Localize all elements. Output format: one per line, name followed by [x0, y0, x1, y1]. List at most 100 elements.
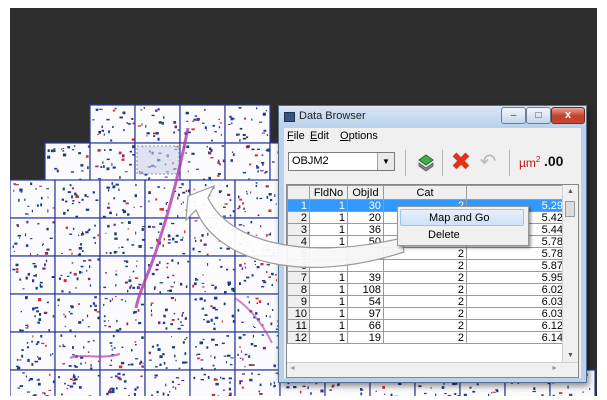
object-layer-select[interactable]: OBJM2 ▼ — [288, 152, 395, 171]
row-number[interactable]: 1 — [287, 199, 310, 212]
table-cell[interactable]: 1 — [309, 223, 348, 236]
table-cell[interactable]: 6.03 — [466, 295, 566, 308]
column-header[interactable] — [287, 185, 310, 200]
map-tile — [189, 255, 236, 295]
table-row[interactable]: 5 2 5.78 — [287, 247, 566, 260]
decimals-button[interactable]: .00 — [544, 153, 563, 169]
menu-edit[interactable]: Edit — [310, 130, 329, 142]
map-tile — [89, 142, 136, 182]
table-cell[interactable]: 1 — [309, 199, 348, 212]
table-cell[interactable]: 6.12 — [466, 319, 566, 332]
scroll-up-icon[interactable]: ▲ — [563, 185, 578, 199]
column-header[interactable] — [466, 185, 566, 200]
object-layer-value: OBJM2 — [292, 155, 329, 167]
map-tile — [54, 293, 101, 333]
table-cell[interactable]: 2 — [383, 283, 467, 296]
table-cell[interactable]: 50 — [347, 235, 384, 248]
minimize-button[interactable]: – — [501, 107, 526, 124]
table-cell[interactable] — [347, 247, 384, 260]
row-number[interactable]: 8 — [287, 283, 310, 296]
table-cell[interactable]: 97 — [347, 307, 384, 320]
table-row[interactable]: 6 2 5.87 — [287, 259, 566, 272]
map-tile — [54, 331, 101, 371]
units-button[interactable]: µm2 — [519, 155, 540, 170]
menu-options[interactable]: Options — [340, 130, 378, 142]
row-number[interactable]: 4 — [287, 235, 310, 248]
table-cell[interactable]: 30 — [347, 199, 384, 212]
table-cell[interactable]: 1 — [309, 283, 348, 296]
scroll-right-icon[interactable]: ► — [551, 365, 558, 372]
delete-x-icon[interactable]: ✖ — [449, 149, 473, 175]
map-tile — [234, 293, 281, 333]
row-number[interactable]: 6 — [287, 259, 310, 272]
table-row[interactable]: 10 1 97 2 6.03 — [287, 307, 566, 320]
scroll-thumb[interactable] — [565, 201, 575, 217]
table-cell[interactable]: 2 — [383, 331, 467, 344]
row-number[interactable]: 2 — [287, 211, 310, 224]
table-row[interactable]: 7 1 39 2 5.95 — [287, 271, 566, 284]
table-row[interactable]: 9 1 54 2 6.03 — [287, 295, 566, 308]
map-go-icon[interactable] — [415, 152, 437, 174]
maximize-button[interactable]: □ — [526, 107, 551, 124]
row-number[interactable]: 10 — [287, 307, 310, 320]
scroll-down-icon[interactable]: ▼ — [563, 349, 578, 363]
scroll-left-icon[interactable]: ◄ — [289, 365, 296, 372]
toolbar-separator — [509, 150, 510, 176]
table-cell[interactable]: 5.95 — [466, 271, 566, 284]
context-item-delete[interactable]: Delete — [400, 227, 524, 244]
table-cell[interactable]: 1 — [309, 331, 348, 344]
horizontal-scrollbar[interactable]: ◄ ► — [287, 362, 578, 377]
menu-file[interactable]: File — [287, 130, 305, 142]
column-header[interactable]: FldNo — [309, 185, 348, 200]
column-header[interactable]: ObjId — [347, 185, 384, 200]
vertical-scrollbar[interactable]: ▲ ▼ — [562, 185, 578, 363]
table-cell[interactable]: 6.14 — [466, 331, 566, 344]
close-button[interactable]: x — [551, 107, 585, 124]
table-cell[interactable]: 5.87 — [466, 259, 566, 272]
table-cell[interactable]: 1 — [309, 211, 348, 224]
map-tile — [99, 217, 146, 257]
table-cell[interactable] — [347, 259, 384, 272]
map-tile — [189, 217, 236, 257]
table-cell[interactable]: 108 — [347, 283, 384, 296]
table-cell[interactable]: 2 — [383, 271, 467, 284]
table-cell[interactable]: 2 — [383, 295, 467, 308]
table-cell[interactable]: 6.03 — [466, 307, 566, 320]
column-header[interactable]: Cat — [383, 185, 467, 200]
window-client: File Edit Options OBJM2 ▼ ✖ ↶ µm2 .00 Fl… — [284, 128, 581, 378]
table-cell[interactable] — [309, 247, 348, 260]
table-cell[interactable]: 5.78 — [466, 247, 566, 260]
context-item-map-and-go[interactable]: Map and Go — [400, 209, 524, 226]
table-cell[interactable]: 39 — [347, 271, 384, 284]
table-row[interactable]: 8 1 108 2 6.02 — [287, 283, 566, 296]
table-cell[interactable] — [309, 259, 348, 272]
table-cell[interactable]: 1 — [309, 271, 348, 284]
row-number[interactable]: 11 — [287, 319, 310, 332]
row-number[interactable]: 9 — [287, 295, 310, 308]
toolbar-separator — [442, 150, 443, 176]
table-cell[interactable]: 1 — [309, 307, 348, 320]
table-cell[interactable]: 6.02 — [466, 283, 566, 296]
row-number[interactable]: 7 — [287, 271, 310, 284]
table-cell[interactable]: 19 — [347, 331, 384, 344]
table-cell[interactable]: 1 — [309, 319, 348, 332]
table-cell[interactable]: 1 — [309, 235, 348, 248]
row-number[interactable]: 3 — [287, 223, 310, 236]
table-cell[interactable]: 66 — [347, 319, 384, 332]
row-number[interactable]: 12 — [287, 331, 310, 344]
table-cell[interactable]: 2 — [383, 247, 467, 260]
table-cell[interactable]: 1 — [309, 295, 348, 308]
table-cell[interactable]: 2 — [383, 307, 467, 320]
table-row[interactable]: 11 1 66 2 6.12 — [287, 319, 566, 332]
table-row[interactable]: 12 1 19 2 6.14 — [287, 331, 566, 344]
table-cell[interactable]: 20 — [347, 211, 384, 224]
chevron-down-icon[interactable]: ▼ — [377, 153, 394, 170]
title-bar[interactable]: Data Browser – □ x — [279, 106, 586, 128]
table-cell[interactable]: 54 — [347, 295, 384, 308]
table-cell[interactable]: 36 — [347, 223, 384, 236]
map-tile — [189, 293, 236, 333]
table-cell[interactable]: 2 — [383, 319, 467, 332]
row-number[interactable]: 5 — [287, 247, 310, 260]
undo-icon[interactable]: ↶ — [477, 151, 499, 173]
table-cell[interactable]: 2 — [383, 259, 467, 272]
